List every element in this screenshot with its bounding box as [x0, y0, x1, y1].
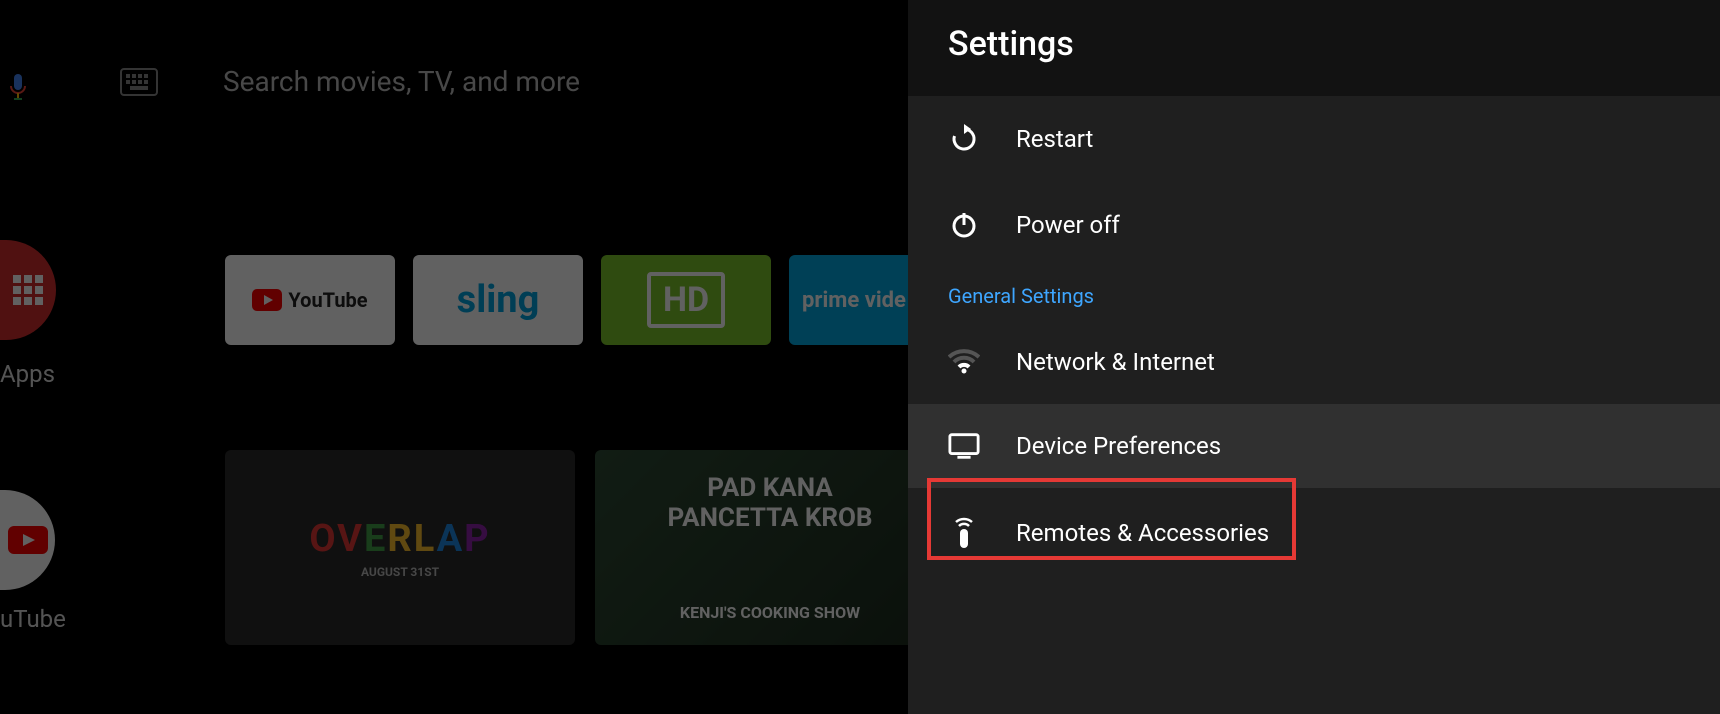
kenji-line3: KENJI'S COOKING SHOW — [680, 603, 860, 622]
app-card-label: sling — [457, 278, 540, 322]
mic-icon[interactable] — [8, 72, 28, 102]
settings-item-device-preferences[interactable]: Device Preferences — [908, 404, 1720, 488]
app-card-label: YouTube — [288, 288, 367, 312]
app-card-label: prime vide — [802, 288, 906, 313]
content-card-kenji[interactable]: PAD KANA PANCETTA KROB KENJI'S COOKING S… — [595, 450, 945, 645]
content-row: OVERLAP AUGUST 31ST PAD KANA PANCETTA KR… — [225, 450, 945, 645]
settings-item-label: Remotes & Accessories — [1016, 519, 1269, 547]
content-card-overlap[interactable]: OVERLAP AUGUST 31ST — [225, 450, 575, 645]
youtube-icon — [252, 289, 282, 311]
youtube-tile[interactable] — [0, 490, 55, 590]
app-card-sling[interactable]: sling — [413, 255, 583, 345]
app-card-youtube[interactable]: YouTube — [225, 255, 395, 345]
settings-item-restart[interactable]: Restart — [908, 96, 1720, 182]
wifi-icon — [948, 349, 980, 375]
remote-icon — [948, 516, 980, 550]
search-placeholder: Search movies, TV, and more — [223, 65, 580, 98]
overlap-title: OVERLAP — [309, 517, 490, 561]
apps-grid-icon — [11, 273, 45, 307]
settings-item-label: Power off — [1016, 211, 1120, 239]
kenji-line1: PAD KANA — [707, 473, 833, 503]
settings-item-poweroff[interactable]: Power off — [908, 182, 1720, 268]
tv-icon — [948, 432, 980, 460]
overlap-subtitle: AUGUST 31ST — [361, 565, 439, 579]
settings-title: Settings — [908, 0, 1720, 96]
settings-item-label: Restart — [1016, 125, 1093, 153]
settings-item-network[interactable]: Network & Internet — [908, 320, 1720, 404]
apps-row-label: Apps — [0, 360, 55, 388]
settings-item-label: Network & Internet — [1016, 348, 1215, 376]
power-icon — [948, 210, 980, 240]
restart-icon — [948, 124, 980, 154]
youtube-row-label: uTube — [0, 605, 66, 633]
apps-tile[interactable] — [0, 240, 56, 340]
settings-item-label: Device Preferences — [1016, 432, 1221, 460]
settings-item-remotes[interactable]: Remotes & Accessories — [908, 488, 1720, 578]
apps-row: YouTube sling HD prime vide — [225, 255, 919, 345]
settings-panel: Settings Restart Power off General Setti… — [908, 0, 1720, 714]
search-bar[interactable]: Search movies, TV, and more — [120, 65, 580, 98]
keyboard-icon — [120, 68, 158, 96]
app-card-hd[interactable]: HD — [601, 255, 771, 345]
settings-section-general: General Settings — [908, 268, 1720, 320]
app-card-label: HD — [647, 272, 725, 328]
youtube-icon — [8, 526, 48, 554]
kenji-line2: PANCETTA KROB — [667, 503, 872, 533]
app-card-prime[interactable]: prime vide — [789, 255, 919, 345]
